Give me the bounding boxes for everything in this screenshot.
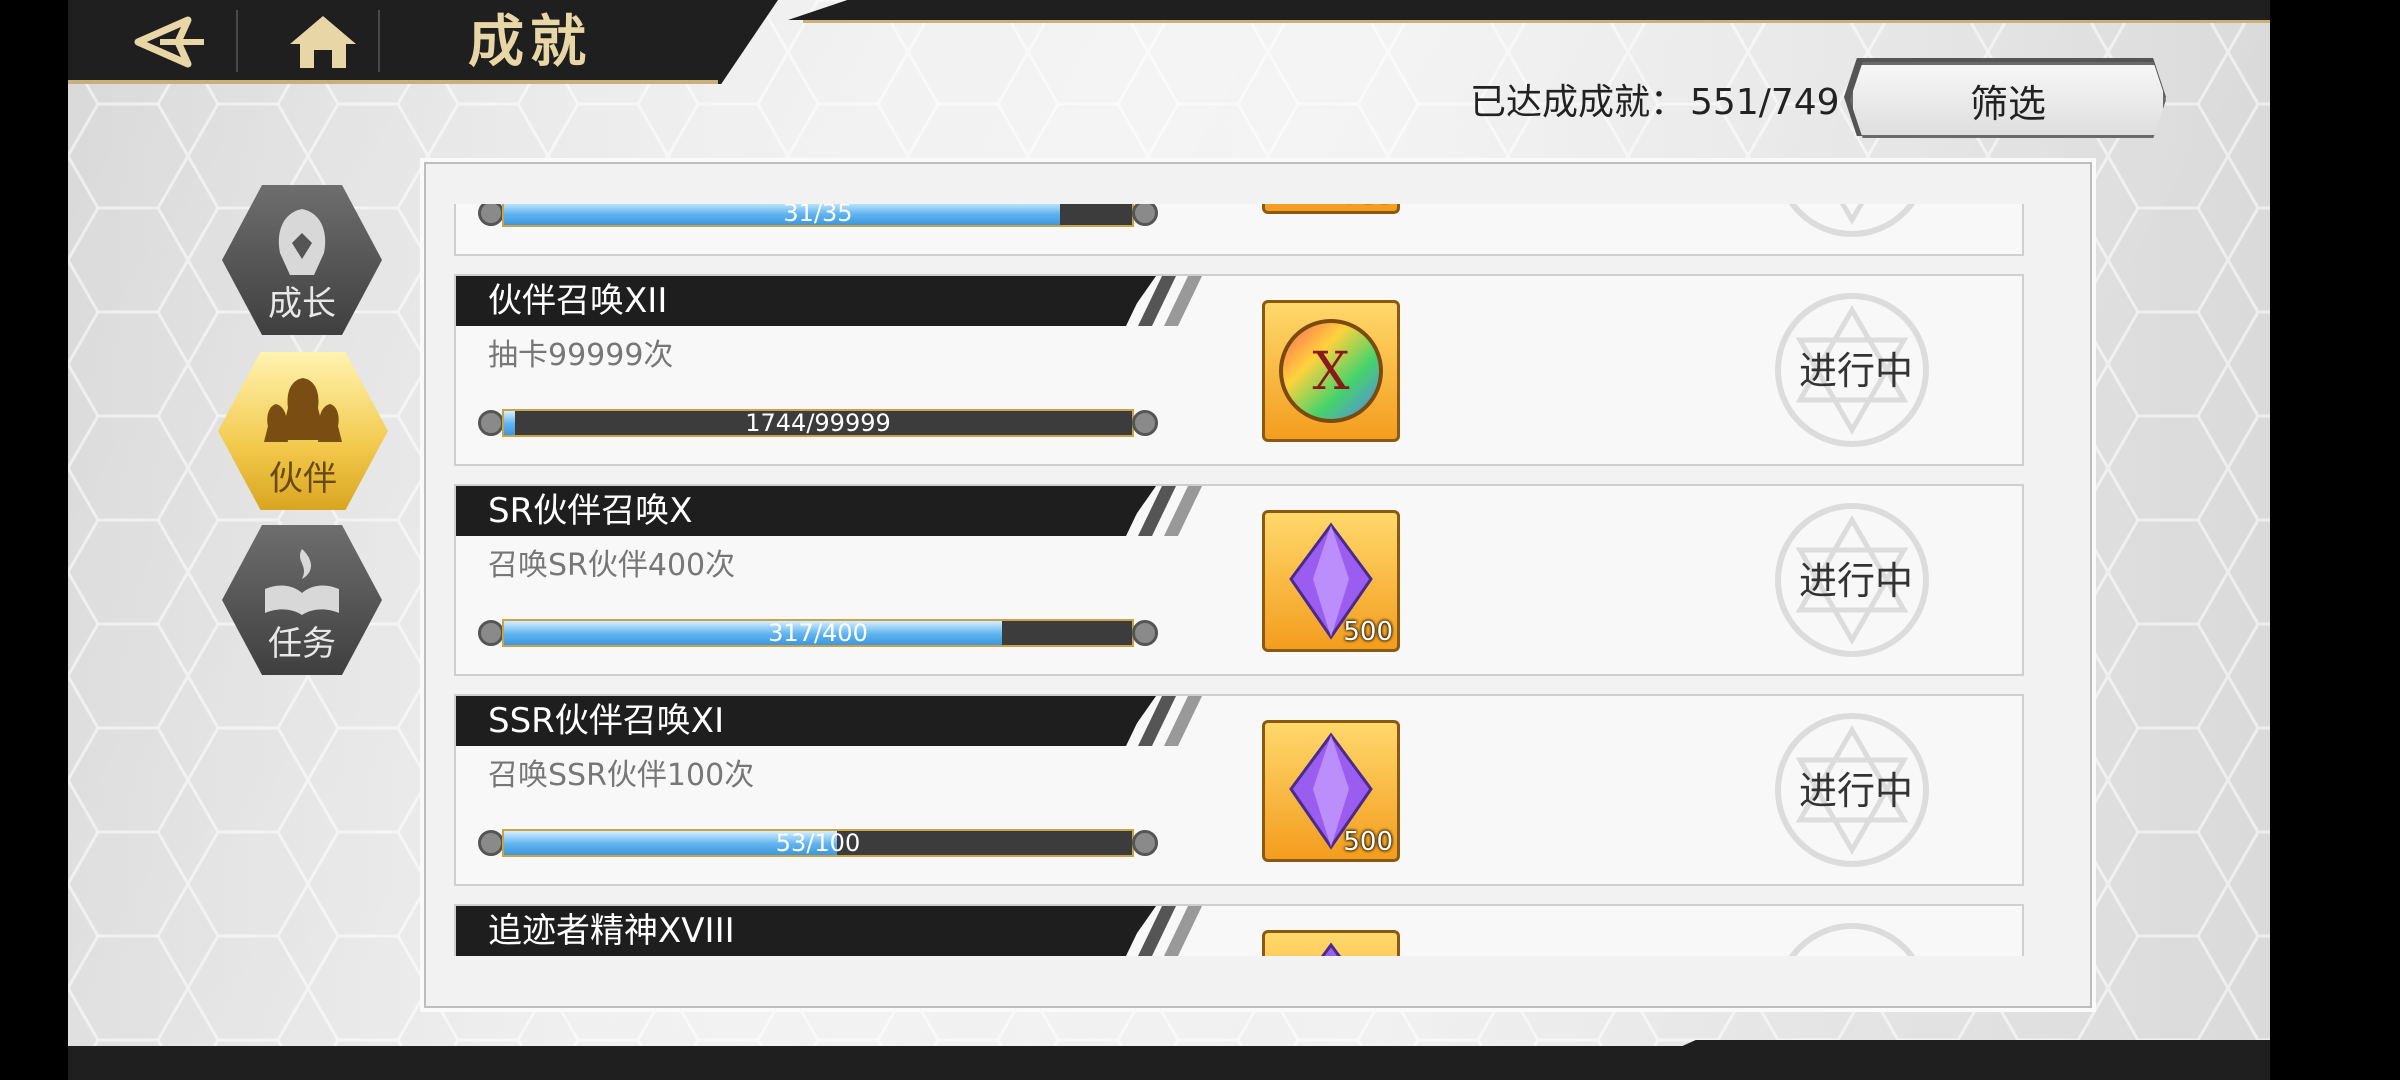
reward-item[interactable]: 500 xyxy=(1262,720,1400,862)
tab-task-label: 任务 xyxy=(268,624,336,664)
hexagram-emblem-icon xyxy=(1788,204,1916,237)
back-arrow-icon xyxy=(134,16,204,68)
bar-right-cap xyxy=(1132,620,1158,646)
achievement-list[interactable]: 31/35 700 伙伴召 xyxy=(454,204,2054,956)
bar-right-cap xyxy=(1132,830,1158,856)
reward-quantity: 700 xyxy=(1343,204,1393,209)
achieved-count: 551/749 xyxy=(1690,82,1840,123)
reward-item[interactable]: X xyxy=(1262,300,1400,442)
home-button[interactable] xyxy=(268,6,378,78)
progress-text: 31/35 xyxy=(783,204,853,227)
achieved-summary: 已达成成就： 551/749 xyxy=(1470,76,1840,130)
progress-bar: 53/100 xyxy=(478,826,1158,862)
stripe-decoration xyxy=(1112,486,1202,536)
progress-track: 53/100 xyxy=(502,829,1134,857)
achievement-screen: 成就 已达成成就： 551/749 筛选 成长 伙伴 任务 31/35 伙伴召唤… xyxy=(68,0,2270,1080)
bar-right-cap xyxy=(1132,204,1158,226)
achieved-label: 已达成成就： xyxy=(1470,82,1687,123)
progress-track: 1744/99999 xyxy=(502,409,1134,437)
achievement-description: 召唤SR伙伴400次 xyxy=(488,548,736,583)
divider xyxy=(236,10,238,72)
reward-item[interactable] xyxy=(1262,930,1400,956)
achievement-title: 伙伴召唤XII xyxy=(488,281,668,321)
purple-crystal-icon xyxy=(1320,942,1342,956)
achievement-title: 追迹者精神XVIII xyxy=(488,911,735,951)
progress-bar: 317/400 xyxy=(478,616,1158,652)
reward-item[interactable]: 500 xyxy=(1262,510,1400,652)
group-figures-icon xyxy=(264,378,342,442)
tab-growth-label: 成长 xyxy=(268,284,336,324)
reward-quantity: 500 xyxy=(1343,827,1393,857)
achievement-description: 召唤SSR伙伴100次 xyxy=(488,758,755,793)
progress-track: 317/400 xyxy=(502,619,1134,647)
hooded-figure-icon xyxy=(278,209,326,275)
progress-text: 53/100 xyxy=(775,829,861,857)
progress-text: 1744/99999 xyxy=(745,409,891,437)
home-icon xyxy=(290,16,356,68)
filter-button[interactable]: 筛选 xyxy=(1850,62,2166,138)
bar-left-cap xyxy=(478,830,504,856)
top-bar-strip xyxy=(788,0,2270,20)
achievement-card: SSR伙伴召唤XI 召唤SSR伙伴100次 53/100 500 进行中 xyxy=(454,694,2024,886)
book-flame-icon xyxy=(265,549,339,615)
rainbow-medal-icon: X xyxy=(1279,319,1383,423)
bar-left-cap xyxy=(478,204,504,226)
tab-partner-label: 伙伴 xyxy=(269,459,337,499)
page-title: 成就 xyxy=(468,9,592,75)
back-button[interactable] xyxy=(118,6,228,78)
reward-quantity: 500 xyxy=(1343,617,1393,647)
progress-bar: 31/35 xyxy=(478,204,1158,232)
bar-left-cap xyxy=(478,410,504,436)
progress-bar: 1744/99999 xyxy=(478,406,1158,442)
achievement-description: 抽卡99999次 xyxy=(488,338,674,373)
status-label: 进行中 xyxy=(1798,559,1913,603)
reward-item[interactable]: 700 xyxy=(1262,204,1400,214)
stripe-decoration xyxy=(1112,276,1202,326)
stripe-decoration xyxy=(1112,696,1202,746)
achievement-card: 追迹者精神XVIII xyxy=(454,904,2024,956)
title-header-edge xyxy=(68,80,718,84)
achievement-title: SR伙伴召唤X xyxy=(488,491,693,531)
stripe-decoration xyxy=(1112,906,1202,956)
bar-left-cap xyxy=(478,620,504,646)
bottom-bar xyxy=(68,1046,2270,1080)
hexagram-emblem-icon xyxy=(1788,923,1916,956)
achievement-card: SR伙伴召唤X 召唤SR伙伴400次 317/400 500 进行中 xyxy=(454,484,2024,676)
achievement-card: 31/35 700 xyxy=(454,204,2024,256)
filter-button-label: 筛选 xyxy=(1969,81,2046,126)
bar-right-cap xyxy=(1132,410,1158,436)
svg-text:X: X xyxy=(1312,342,1349,402)
status-label: 进行中 xyxy=(1798,349,1913,393)
progress-track: 31/35 xyxy=(502,204,1134,227)
achievement-card: 伙伴召唤XII 抽卡99999次 1744/99999 X 进行中 xyxy=(454,274,2024,466)
achievement-title: SSR伙伴召唤XI xyxy=(488,701,725,741)
divider xyxy=(378,10,380,72)
status-label: 进行中 xyxy=(1798,769,1913,813)
top-bar-edge xyxy=(803,20,2270,23)
progress-text: 317/400 xyxy=(768,619,868,647)
